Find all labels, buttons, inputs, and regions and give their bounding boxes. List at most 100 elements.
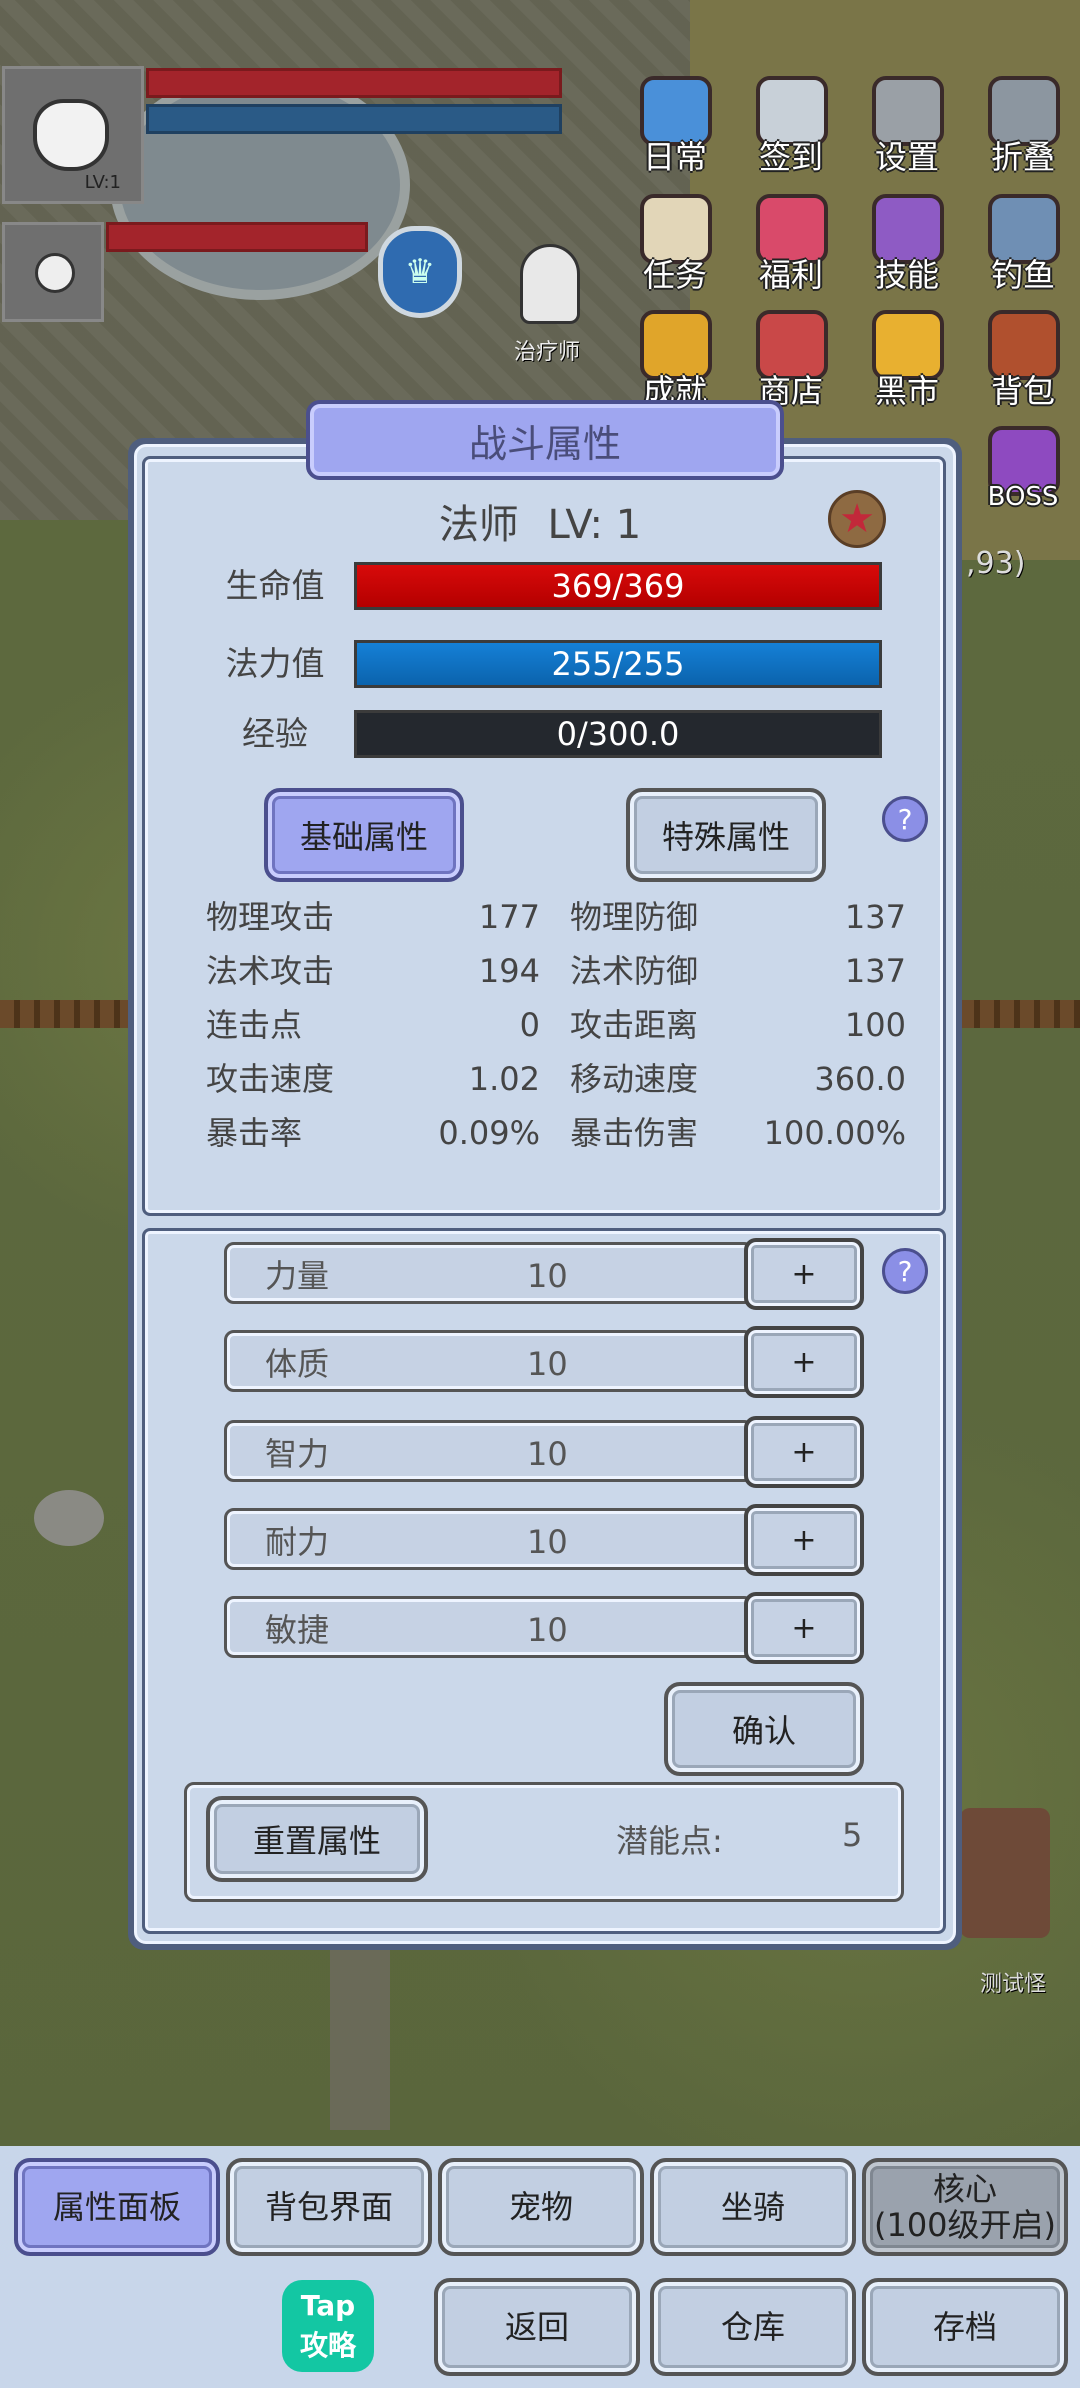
mp-row: 法力值 255/255: [200, 640, 890, 688]
add-attribute-button[interactable]: +: [744, 1504, 864, 1576]
tab-basic-attributes[interactable]: 基础属性: [264, 788, 464, 882]
attribute-row: 体质 10 +: [224, 1326, 864, 1398]
stat-value: 0: [519, 1006, 540, 1044]
player-face-icon: [33, 99, 109, 171]
menu-item-label: 折叠: [990, 138, 1055, 176]
add-attribute-button[interactable]: +: [744, 1416, 864, 1488]
confirm-button[interactable]: 确认: [664, 1682, 864, 1776]
menu-item-4[interactable]: 任务: [620, 194, 730, 304]
stat-value: 137: [844, 952, 906, 990]
bottom-tab-1[interactable]: 背包界面: [226, 2158, 432, 2256]
stat-name: 物理攻击: [206, 898, 335, 936]
attribute-help-icon[interactable]: ?: [882, 1248, 928, 1294]
player-level-badge: LV:1: [84, 172, 121, 193]
test-monster-label: 测试怪: [980, 1972, 1047, 1997]
hp-bar: 369/369: [354, 562, 882, 610]
attribute-field: 敏捷 10: [224, 1596, 754, 1658]
test-monster-sprite[interactable]: [960, 1808, 1050, 1938]
attribute-row: 敏捷 10 +: [224, 1592, 864, 1664]
tab-special-attributes[interactable]: 特殊属性: [626, 788, 826, 882]
healer-npc-label: 治疗师: [514, 340, 581, 365]
menu-item-6[interactable]: 技能: [852, 194, 962, 304]
bottom-action-2[interactable]: 存档: [862, 2278, 1068, 2376]
bottom-action-0[interactable]: 返回: [434, 2278, 640, 2376]
menu-item-3[interactable]: 折叠: [968, 76, 1078, 186]
healer-npc-sprite[interactable]: [520, 244, 580, 324]
menu-item-label: 日常: [642, 138, 707, 176]
hp-label: 生命值: [225, 566, 325, 605]
add-attribute-button[interactable]: +: [744, 1326, 864, 1398]
bottom-tab-0[interactable]: 属性面板: [14, 2158, 220, 2256]
stat-value: 360.0: [814, 1060, 906, 1098]
menu-item-label: 技能: [874, 256, 939, 294]
menu-item-label: 福利: [758, 256, 823, 294]
attribute-value: 10: [527, 1435, 568, 1473]
menu-item-2[interactable]: 设置: [852, 76, 962, 186]
panel-title: 战斗属性: [306, 400, 784, 480]
pet-avatar[interactable]: [2, 222, 104, 322]
attribute-row: 力量 10 +: [224, 1238, 864, 1310]
menu-item-7[interactable]: 钓鱼: [968, 194, 1078, 304]
stat-name: 移动速度: [570, 1060, 699, 1098]
attribute-field: 耐力 10: [224, 1508, 754, 1570]
menu-item-10[interactable]: 黑市: [852, 310, 962, 420]
pet-hp-bar: [106, 222, 368, 252]
menu-item-1[interactable]: 签到: [736, 76, 846, 186]
star-badge-icon[interactable]: ★: [828, 490, 886, 548]
help-icon[interactable]: ?: [882, 796, 928, 842]
stat-value: 194: [478, 952, 540, 990]
stat-name: 暴击率: [206, 1114, 303, 1152]
stat-value: 1.02: [468, 1060, 540, 1098]
mp-label: 法力值: [225, 644, 325, 683]
attribute-name: 智力: [265, 1435, 330, 1473]
exp-bar: 0/300.0: [354, 710, 882, 758]
menu-item-label: 钓鱼: [990, 256, 1055, 294]
stat-value: 177: [478, 898, 540, 936]
attribute-name: 敏捷: [265, 1611, 330, 1649]
bottom-tab-4[interactable]: 核心 (100级开启): [862, 2158, 1068, 2256]
attribute-field: 力量 10: [224, 1242, 754, 1304]
stat-value: 100: [844, 1006, 906, 1044]
bottom-tab-3[interactable]: 坐骑: [650, 2158, 856, 2256]
guild-shield-icon[interactable]: ♛: [378, 226, 462, 318]
stone-path: [330, 1950, 390, 2130]
stat-value: 100.00%: [763, 1114, 906, 1152]
class-name: 法师: [438, 502, 519, 548]
stat-name: 攻击速度: [206, 1060, 335, 1098]
menu-item-11[interactable]: 背包: [968, 310, 1078, 420]
player-avatar[interactable]: LV:1: [2, 66, 144, 204]
menu-item-label: 任务: [642, 256, 707, 294]
exp-label: 经验: [242, 714, 308, 753]
tap-logo-bottom-text: 攻略: [299, 2329, 356, 2362]
player-mp-bar: [146, 104, 562, 134]
class-level-line: 法师 LV: 1: [0, 492, 1080, 550]
bottom-action-1[interactable]: 仓库: [650, 2278, 856, 2376]
attribute-name: 体质: [265, 1345, 330, 1383]
stat-name: 攻击距离: [570, 1006, 699, 1044]
hp-row: 生命值 369/369: [200, 562, 890, 610]
stat-name: 物理防御: [570, 898, 699, 936]
attribute-field: 体质 10: [224, 1330, 754, 1392]
potential-points-value: 5: [842, 1816, 863, 1854]
menu-item-label: 黑市: [874, 372, 939, 410]
attribute-name: 力量: [265, 1257, 330, 1295]
mp-bar: 255/255: [354, 640, 882, 688]
tap-logo-top-text: Tap: [300, 2289, 356, 2322]
reset-attributes-button[interactable]: 重置属性: [206, 1796, 428, 1882]
menu-item-label: 设置: [874, 138, 939, 176]
menu-item-5[interactable]: 福利: [736, 194, 846, 304]
tap-guide-logo[interactable]: Tap 攻略: [282, 2280, 374, 2372]
menu-item-label: 签到: [758, 138, 823, 176]
stat-name: 法术防御: [570, 952, 699, 990]
add-attribute-button[interactable]: +: [744, 1238, 864, 1310]
potential-points-label: 潜能点:: [616, 1822, 723, 1860]
menu-item-0[interactable]: 日常: [620, 76, 730, 186]
attribute-name: 耐力: [265, 1523, 330, 1561]
bottom-tab-2[interactable]: 宠物: [438, 2158, 644, 2256]
attribute-row: 智力 10 +: [224, 1416, 864, 1488]
attribute-value: 10: [527, 1611, 568, 1649]
stat-name: 暴击伤害: [570, 1114, 699, 1152]
exp-row: 经验 0/300.0: [200, 710, 890, 758]
add-attribute-button[interactable]: +: [744, 1592, 864, 1664]
attribute-row: 耐力 10 +: [224, 1504, 864, 1576]
